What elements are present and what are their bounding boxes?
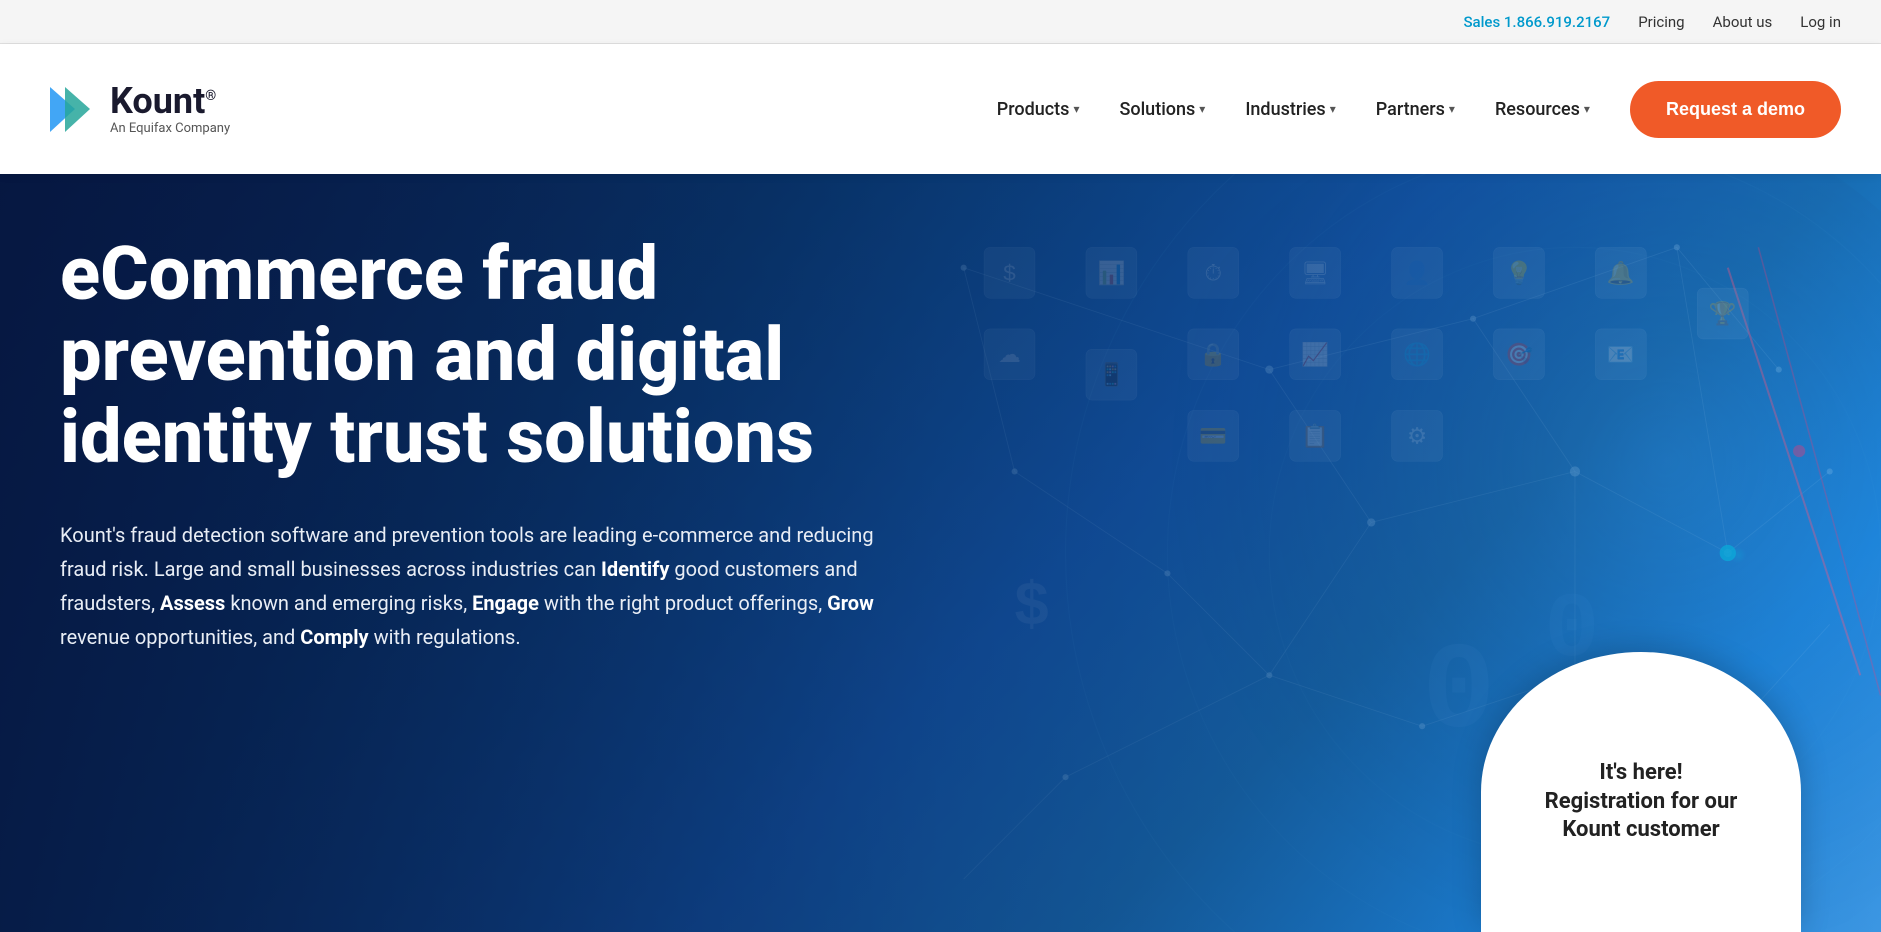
about-us-link[interactable]: About us xyxy=(1713,13,1773,31)
hero-body-mid3: with the right product offerings, xyxy=(544,591,827,615)
hero-content: eCommerce fraud prevention and digital i… xyxy=(0,174,980,714)
top-bar: Sales 1.866.919.2167 Pricing About us Lo… xyxy=(0,0,1881,44)
hero-assess-keyword: Assess xyxy=(160,591,225,615)
products-nav-link[interactable]: Products xyxy=(997,99,1080,120)
hero-body: Kount's fraud detection software and pre… xyxy=(60,518,920,654)
logo[interactable]: Kount® An Equifax Company xyxy=(40,82,230,137)
popup-card-text: It's here! Registration for our Kount cu… xyxy=(1545,759,1738,845)
popup-notification-card[interactable]: It's here! Registration for our Kount cu… xyxy=(1481,652,1801,932)
hero-comply-keyword: Comply xyxy=(300,625,368,649)
pricing-link[interactable]: Pricing xyxy=(1638,13,1684,31)
hero-body-end: revenue opportunities, and xyxy=(60,625,300,649)
logo-text: Kount® An Equifax Company xyxy=(110,83,230,136)
solutions-nav-link[interactable]: Solutions xyxy=(1119,99,1205,120)
hero-body-mid2: known and emerging risks, xyxy=(230,591,472,615)
logo-brand-name: Kount® xyxy=(110,83,230,119)
nav-links: Products Solutions Industries Partners R… xyxy=(997,99,1590,120)
partners-nav-link[interactable]: Partners xyxy=(1376,99,1455,120)
popup-line2: Registration for our xyxy=(1545,789,1738,814)
hero-section: $ 📊 ⏱ 🖥 👤 💡 ☁ 📱 🔒 📈 🌐 🎯 💳 📋 ⚙ 🔔 📧 🏆 0 0 … xyxy=(0,174,1881,932)
sales-phone-link[interactable]: Sales 1.866.919.2167 xyxy=(1463,13,1610,31)
logo-subtitle: An Equifax Company xyxy=(110,121,230,136)
hero-identify-keyword: Identify xyxy=(601,557,669,581)
hero-grow-keyword: Grow xyxy=(827,591,874,615)
hero-engage-keyword: Engage xyxy=(472,591,539,615)
industries-nav-link[interactable]: Industries xyxy=(1245,99,1335,120)
logo-icon xyxy=(40,82,100,137)
resources-nav-link[interactable]: Resources xyxy=(1495,99,1590,120)
request-demo-button[interactable]: Request a demo xyxy=(1630,81,1841,138)
login-link[interactable]: Log in xyxy=(1800,13,1841,31)
popup-line1: It's here! xyxy=(1599,760,1682,785)
popup-line3: Kount customer xyxy=(1562,817,1719,842)
main-nav: Kount® An Equifax Company Products Solut… xyxy=(0,44,1881,174)
hero-body-final: with regulations. xyxy=(374,625,521,649)
hero-headline: eCommerce fraud prevention and digital i… xyxy=(60,234,920,478)
